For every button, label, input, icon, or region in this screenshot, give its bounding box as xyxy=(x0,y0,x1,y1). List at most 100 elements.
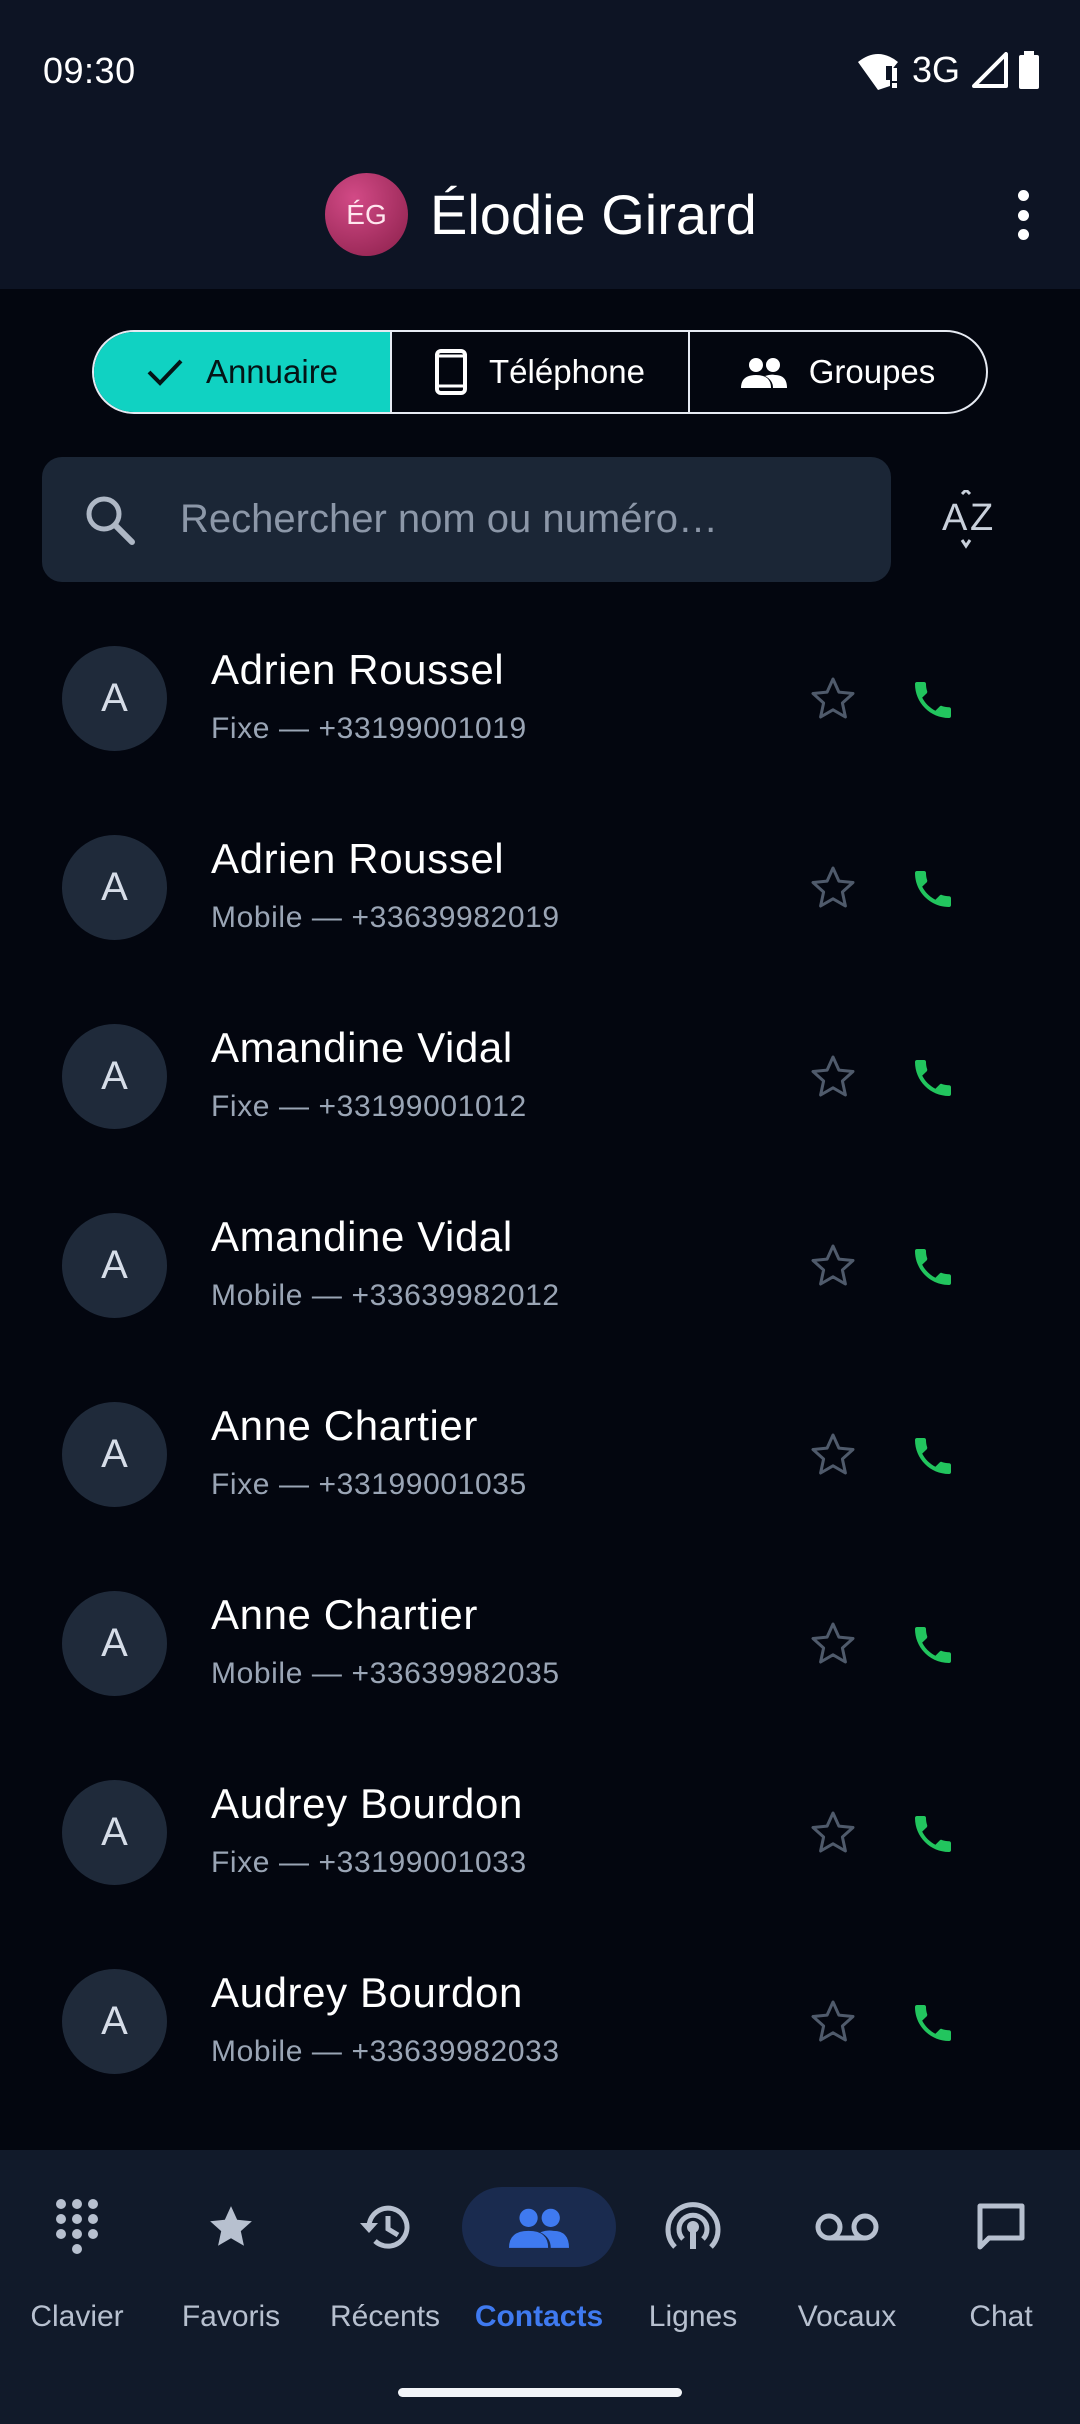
nav-label: Récents xyxy=(329,2300,441,2333)
voicemail-icon xyxy=(815,2213,879,2241)
call-icon[interactable] xyxy=(909,865,957,913)
contact-row[interactable]: A Adrien Roussel Mobile — +33639982019 xyxy=(0,793,1080,982)
contact-row[interactable]: A Amandine Vidal Fixe — +33199001012 xyxy=(0,982,1080,1171)
contact-number: Fixe — +33199001033 xyxy=(211,1846,527,1879)
contact-avatar: A xyxy=(62,1402,167,1507)
history-icon xyxy=(360,2205,410,2249)
favorite-star-icon[interactable] xyxy=(810,1054,856,1100)
status-bar: 09:30 3G xyxy=(0,0,1080,140)
contact-avatar: A xyxy=(62,1024,167,1129)
account-avatar: ÉG xyxy=(325,173,408,256)
call-icon[interactable] xyxy=(909,1243,957,1291)
nav-label: Lignes xyxy=(648,2300,738,2333)
nav-recents[interactable]: Récents xyxy=(308,2150,462,2340)
contact-avatar: A xyxy=(62,1213,167,1318)
contact-avatar: A xyxy=(62,1969,167,2074)
contact-row[interactable]: A Adrien Roussel Fixe — +33199001019 xyxy=(0,604,1080,793)
contact-name: Adrien Roussel xyxy=(211,835,505,882)
contact-row[interactable]: A Audrey Bourdon Mobile — +33639982033 xyxy=(0,1927,1080,2116)
people-icon xyxy=(740,358,787,388)
nav-label: Contacts xyxy=(474,2300,604,2333)
call-icon[interactable] xyxy=(909,1432,957,1480)
sort-az-icon[interactable]: A Z xyxy=(940,490,1010,552)
favorite-star-icon[interactable] xyxy=(810,1243,856,1289)
contact-list: A Adrien Roussel Fixe — +33199001019 A A… xyxy=(0,604,1080,2116)
nav-clavier[interactable]: Clavier xyxy=(0,2150,154,2340)
account-switcher[interactable]: ÉG Élodie Girard xyxy=(325,173,757,256)
nav-contacts[interactable]: Contacts xyxy=(462,2150,616,2340)
contact-row[interactable]: A Audrey Bourdon Fixe — +33199001033 xyxy=(0,1738,1080,1927)
status-icons: 3G xyxy=(856,48,1040,92)
call-icon[interactable] xyxy=(909,1621,957,1669)
favorite-star-icon[interactable] xyxy=(810,1810,856,1856)
contact-number: Fixe — +33199001012 xyxy=(211,1090,527,1123)
check-icon xyxy=(147,359,183,386)
nav-label: Vocaux xyxy=(797,2300,897,2333)
favorite-star-icon[interactable] xyxy=(810,1621,856,1667)
contact-number: Fixe — +33199001035 xyxy=(211,1468,527,1501)
contact-row[interactable]: A Anne Chartier Mobile — +33639982035 xyxy=(0,1549,1080,1738)
contact-number: Mobile — +33639982035 xyxy=(211,1657,560,1690)
contact-name: Audrey Bourdon xyxy=(211,1780,523,1827)
contact-avatar: A xyxy=(62,1591,167,1696)
nav-chat[interactable]: Chat xyxy=(924,2150,1078,2340)
search-field[interactable]: Rechercher nom ou numéro… xyxy=(42,457,891,582)
tab-groupes[interactable]: Groupes xyxy=(688,332,986,412)
call-icon[interactable] xyxy=(909,676,957,724)
call-icon[interactable] xyxy=(909,1999,957,2047)
contact-row[interactable]: A Anne Chartier Fixe — +33199001035 xyxy=(0,1360,1080,1549)
search-icon xyxy=(86,496,135,545)
contact-number: Mobile — +33639982033 xyxy=(211,2035,560,2068)
contact-name: Anne Chartier xyxy=(211,1591,478,1638)
nav-label: Chat xyxy=(969,2300,1033,2333)
contact-name: Amandine Vidal xyxy=(211,1024,513,1071)
nav-label: Clavier xyxy=(30,2300,124,2333)
contacts-screen: 09:30 3G ÉG Élodie Girard Annuaire Télép… xyxy=(0,0,1080,2424)
bottom-navigation: Clavier Favoris Récents Contacts Lignes … xyxy=(0,2150,1080,2424)
network-type: 3G xyxy=(911,49,960,90)
contact-avatar: A xyxy=(62,835,167,940)
home-indicator[interactable] xyxy=(398,2388,682,2397)
search-placeholder: Rechercher nom ou numéro… xyxy=(180,497,719,541)
call-icon[interactable] xyxy=(909,1810,957,1858)
battery-icon xyxy=(1019,51,1039,89)
nav-favoris[interactable]: Favoris xyxy=(154,2150,308,2340)
app-header: ÉG Élodie Girard xyxy=(0,160,1080,270)
svg-text:Z: Z xyxy=(970,497,993,539)
favorite-star-icon[interactable] xyxy=(810,1999,856,2045)
account-name: Élodie Girard xyxy=(430,183,757,246)
source-tabs: Annuaire Téléphone Groupes xyxy=(92,330,988,414)
tab-label: Téléphone xyxy=(489,353,645,390)
wifi-alert-icon xyxy=(857,54,898,90)
more-options-icon[interactable] xyxy=(1008,190,1038,240)
tab-annuaire[interactable]: Annuaire xyxy=(94,332,390,412)
contact-row[interactable]: A Amandine Vidal Mobile — +33639982012 xyxy=(0,1171,1080,1360)
contacts-icon xyxy=(509,2208,569,2248)
broadcast-icon xyxy=(665,2202,721,2249)
contact-name: Adrien Roussel xyxy=(211,646,505,693)
contact-avatar: A xyxy=(62,646,167,751)
call-icon[interactable] xyxy=(909,1054,957,1102)
smartphone-icon xyxy=(435,349,468,395)
nav-vocaux[interactable]: Vocaux xyxy=(770,2150,924,2340)
dialpad-icon xyxy=(56,2199,98,2254)
tab-label: Annuaire xyxy=(205,353,339,390)
status-time: 09:30 xyxy=(43,50,136,91)
favorite-star-icon[interactable] xyxy=(810,865,856,911)
contact-name: Anne Chartier xyxy=(211,1402,478,1449)
svg-text:A: A xyxy=(942,497,968,539)
nav-lignes[interactable]: Lignes xyxy=(616,2150,770,2340)
contact-number: Fixe — +33199001019 xyxy=(211,712,527,745)
star-icon xyxy=(210,2206,252,2246)
signal-icon xyxy=(972,52,1008,88)
tab-telephone[interactable]: Téléphone xyxy=(390,332,688,412)
nav-label: Favoris xyxy=(181,2300,281,2333)
favorite-star-icon[interactable] xyxy=(810,676,856,722)
favorite-star-icon[interactable] xyxy=(810,1432,856,1478)
contact-name: Audrey Bourdon xyxy=(211,1969,523,2016)
contact-name: Amandine Vidal xyxy=(211,1213,513,1260)
tab-label: Groupes xyxy=(808,353,936,390)
contact-number: Mobile — +33639982012 xyxy=(211,1279,560,1312)
contact-avatar: A xyxy=(62,1780,167,1885)
chat-icon xyxy=(977,2203,1025,2250)
